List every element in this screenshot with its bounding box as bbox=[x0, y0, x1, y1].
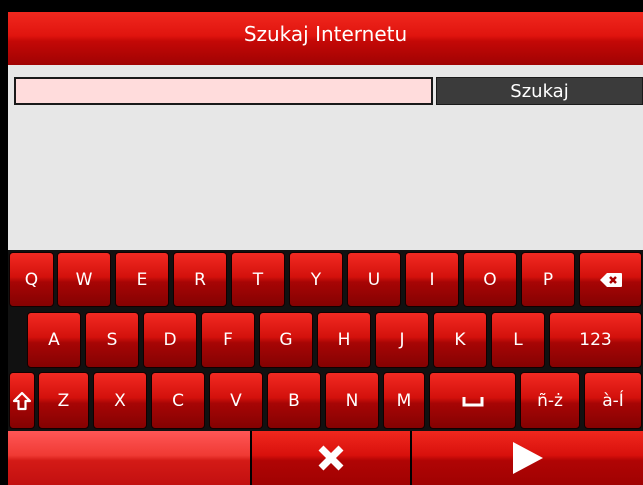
key-p[interactable]: P bbox=[521, 252, 575, 307]
key-label: T bbox=[252, 269, 264, 290]
shift-key[interactable] bbox=[9, 372, 35, 429]
key-y[interactable]: Y bbox=[289, 252, 343, 307]
key-u[interactable]: U bbox=[347, 252, 401, 307]
page-title: Szukaj Internetu bbox=[243, 21, 408, 46]
search-button[interactable]: Szukaj bbox=[436, 77, 643, 105]
key-h[interactable]: H bbox=[317, 312, 371, 368]
key-label: I bbox=[429, 269, 435, 290]
search-input[interactable] bbox=[14, 77, 433, 105]
go-button[interactable] bbox=[412, 431, 643, 485]
on-screen-keyboard: Q W E R T Y U I O P A S D F G H J K L 12… bbox=[8, 250, 643, 431]
cancel-button[interactable] bbox=[252, 431, 410, 485]
accent-key-2[interactable]: à-Í bbox=[584, 372, 642, 429]
key-label: U bbox=[367, 269, 381, 290]
key-label: O bbox=[483, 269, 497, 290]
key-e[interactable]: E bbox=[115, 252, 169, 307]
key-label: D bbox=[163, 330, 177, 350]
key-a[interactable]: A bbox=[27, 312, 81, 368]
play-icon bbox=[512, 442, 543, 474]
key-n[interactable]: N bbox=[325, 372, 379, 429]
backspace-icon bbox=[599, 272, 622, 287]
key-j[interactable]: J bbox=[375, 312, 429, 368]
key-label: C bbox=[172, 390, 184, 411]
key-label: 123 bbox=[579, 330, 612, 350]
bottom-bar bbox=[8, 431, 643, 485]
key-t[interactable]: T bbox=[231, 252, 285, 307]
key-label: G bbox=[279, 330, 293, 350]
key-label: E bbox=[136, 269, 148, 290]
key-l[interactable]: L bbox=[491, 312, 545, 368]
shift-icon bbox=[12, 391, 32, 410]
space-icon bbox=[462, 396, 483, 406]
key-r[interactable]: R bbox=[173, 252, 227, 307]
key-label: à-Í bbox=[602, 390, 624, 411]
key-label: A bbox=[48, 330, 60, 350]
key-z[interactable]: Z bbox=[38, 372, 89, 429]
key-d[interactable]: D bbox=[143, 312, 197, 368]
space-key[interactable] bbox=[429, 372, 516, 429]
key-label: R bbox=[194, 269, 206, 290]
search-button-label: Szukaj bbox=[510, 80, 569, 102]
key-label: N bbox=[345, 390, 359, 411]
key-s[interactable]: S bbox=[85, 312, 139, 368]
key-v[interactable]: V bbox=[209, 372, 263, 429]
key-k[interactable]: K bbox=[433, 312, 487, 368]
title-bar: Szukaj Internetu bbox=[8, 12, 643, 65]
key-label: S bbox=[106, 330, 118, 350]
key-f[interactable]: F bbox=[201, 312, 255, 368]
key-label: Y bbox=[310, 269, 322, 290]
key-g[interactable]: G bbox=[259, 312, 313, 368]
key-b[interactable]: B bbox=[267, 372, 321, 429]
key-x[interactable]: X bbox=[93, 372, 147, 429]
key-label: W bbox=[75, 269, 93, 290]
content-area: Szukaj bbox=[8, 65, 643, 250]
key-label: F bbox=[223, 330, 233, 350]
key-label: V bbox=[230, 390, 242, 411]
key-c[interactable]: C bbox=[151, 372, 205, 429]
key-o[interactable]: O bbox=[463, 252, 517, 307]
numbers-key[interactable]: 123 bbox=[549, 312, 642, 368]
empty-button bbox=[8, 431, 250, 485]
key-label: ñ-ż bbox=[537, 390, 563, 411]
key-q[interactable]: Q bbox=[9, 252, 54, 307]
key-label: L bbox=[513, 330, 523, 350]
key-label: Q bbox=[24, 269, 39, 290]
key-label: H bbox=[337, 330, 351, 350]
backspace-key[interactable] bbox=[579, 252, 642, 307]
key-w[interactable]: W bbox=[57, 252, 111, 307]
key-label: B bbox=[288, 390, 300, 411]
key-label: J bbox=[399, 330, 405, 350]
key-label: P bbox=[542, 269, 554, 290]
key-label: K bbox=[454, 330, 466, 350]
close-icon bbox=[318, 445, 344, 471]
key-i[interactable]: I bbox=[405, 252, 459, 307]
accent-key-1[interactable]: ñ-ż bbox=[520, 372, 580, 429]
key-label: M bbox=[396, 390, 412, 411]
key-label: X bbox=[114, 390, 126, 411]
key-label: Z bbox=[57, 390, 70, 411]
key-m[interactable]: M bbox=[383, 372, 425, 429]
